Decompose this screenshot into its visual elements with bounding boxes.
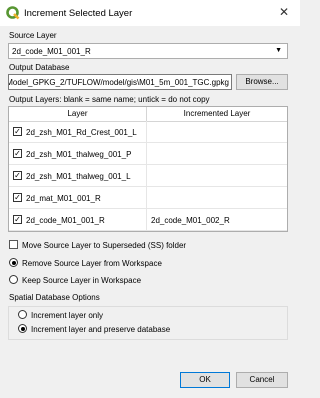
cancel-button[interactable]: Cancel <box>236 372 288 388</box>
layer-name: 2d_zsh_M01_Rd_Crest_001_L <box>26 128 137 137</box>
table-row: ✓ 2d_code_M01_001_R 2d_code_M01_002_R <box>9 209 287 231</box>
ok-button[interactable]: OK <box>180 372 230 388</box>
layer-checkbox[interactable]: ✓ <box>13 215 22 224</box>
move-superseded-checkbox[interactable] <box>9 240 18 249</box>
increment-preserve-label: Increment layer and preserve database <box>31 325 171 334</box>
layer-cell: ✓ 2d_zsh_M01_Rd_Crest_001_L <box>9 121 147 143</box>
source-layer-value: 2d_code_M01_001_R <box>12 47 91 56</box>
incremented-layer-name: 2d_code_M01_002_R <box>151 216 230 225</box>
output-database-field[interactable]: utorial_Model_GPKG_2/TUFLOW/model/gis\M0… <box>8 74 232 90</box>
table-row: ✓ 2d_mat_M01_001_R <box>9 187 287 209</box>
table-header: Layer Incremented Layer <box>9 107 287 122</box>
layer-checkbox[interactable]: ✓ <box>13 149 22 158</box>
browse-button[interactable]: Browse... <box>236 74 288 90</box>
radio-selected-dot <box>20 326 25 331</box>
layer-checkbox[interactable]: ✓ <box>13 171 22 180</box>
qgis-logo-icon <box>6 6 20 20</box>
title-bar: Increment Selected Layer ✕ <box>0 0 300 26</box>
incremented-layer-cell[interactable]: 2d_code_M01_002_R <box>147 209 287 231</box>
remove-source-radio[interactable] <box>9 258 18 267</box>
layer-name: 2d_code_M01_001_R <box>26 216 105 225</box>
increment-preserve-radio[interactable] <box>18 324 27 333</box>
table-row: ✓ 2d_zsh_M01_thalweg_001_L <box>9 165 287 187</box>
column-header-incremented-layer[interactable]: Incremented Layer <box>147 107 287 121</box>
column-header-layer[interactable]: Layer <box>9 107 147 121</box>
radio-selected-dot <box>11 260 16 265</box>
keep-source-label: Keep Source Layer in Workspace <box>22 276 142 285</box>
window-title: Increment Selected Layer <box>24 8 133 19</box>
incremented-layer-cell[interactable] <box>147 143 287 165</box>
layer-checkbox[interactable]: ✓ <box>13 193 22 202</box>
layer-name: 2d_mat_M01_001_R <box>26 194 101 203</box>
table-row: ✓ 2d_zsh_M01_Rd_Crest_001_L <box>9 121 287 143</box>
layer-checkbox[interactable]: ✓ <box>13 127 22 136</box>
layer-cell: ✓ 2d_zsh_M01_thalweg_001_L <box>9 165 147 187</box>
close-icon[interactable]: ✕ <box>279 5 289 19</box>
layer-cell: ✓ 2d_mat_M01_001_R <box>9 187 147 209</box>
source-layer-label: Source Layer <box>9 31 57 40</box>
layer-cell: ✓ 2d_code_M01_001_R <box>9 209 147 231</box>
incremented-layer-cell[interactable] <box>147 121 287 143</box>
move-superseded-label: Move Source Layer to Superseded (SS) fol… <box>22 241 187 250</box>
output-database-value: utorial_Model_GPKG_2/TUFLOW/model/gis\M0… <box>9 78 229 87</box>
output-database-label: Output Database <box>9 63 70 72</box>
chevron-down-icon: ▼ <box>275 47 282 54</box>
spatial-database-label: Spatial Database Options <box>9 293 100 302</box>
layer-cell: ✓ 2d_zsh_M01_thalweg_001_P <box>9 143 147 165</box>
increment-only-label: Increment layer only <box>31 311 104 320</box>
source-layer-dropdown[interactable]: 2d_code_M01_001_R ▼ <box>8 43 288 59</box>
table-row: ✓ 2d_zsh_M01_thalweg_001_P <box>9 143 287 165</box>
output-layers-table: Layer Incremented Layer ✓ 2d_zsh_M01_Rd_… <box>8 106 288 232</box>
keep-source-radio[interactable] <box>9 275 18 284</box>
incremented-layer-cell[interactable] <box>147 165 287 187</box>
remove-source-label: Remove Source Layer from Workspace <box>22 259 162 268</box>
increment-only-radio[interactable] <box>18 310 27 319</box>
layer-name: 2d_zsh_M01_thalweg_001_L <box>26 172 131 181</box>
layer-name: 2d_zsh_M01_thalweg_001_P <box>26 150 132 159</box>
incremented-layer-cell[interactable] <box>147 187 287 209</box>
output-layers-label: Output Layers: blank = same name; untick… <box>9 95 210 104</box>
